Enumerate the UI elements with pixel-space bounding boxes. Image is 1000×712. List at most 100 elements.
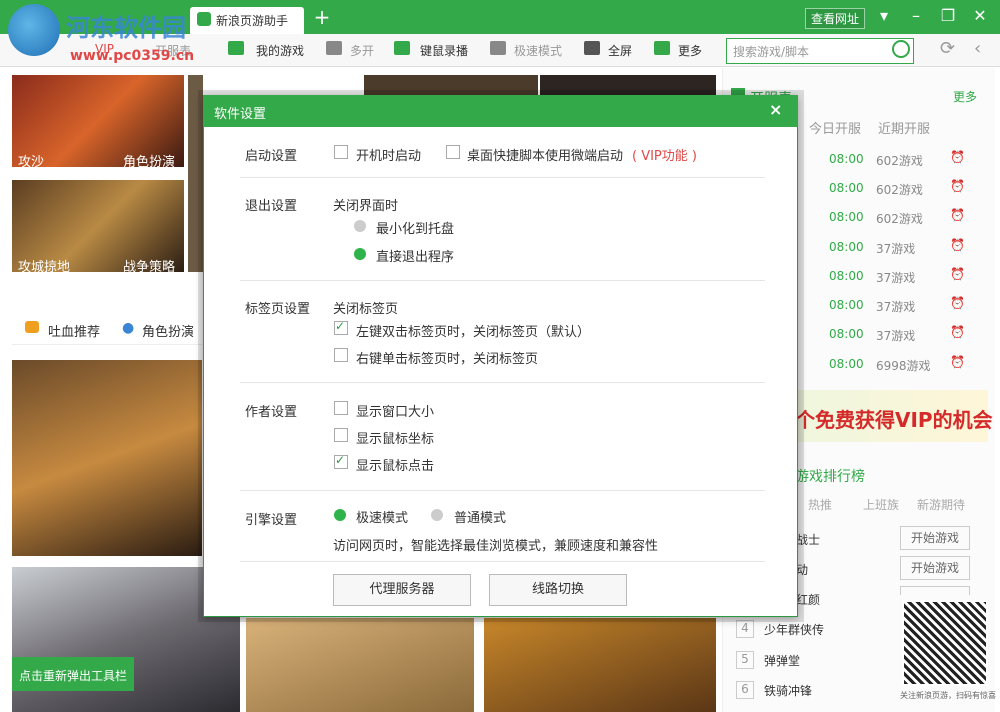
sidebar-more-link[interactable]: 更多 bbox=[953, 88, 977, 105]
startup-boot-checkbox[interactable] bbox=[334, 145, 348, 159]
startup-microclient-checkbox[interactable] bbox=[446, 145, 460, 159]
tab-app-icon bbox=[197, 12, 211, 26]
rank-num: 4 bbox=[736, 620, 754, 638]
bell-icon[interactable]: ⏰ bbox=[950, 325, 965, 339]
server-time: 08:00 bbox=[829, 327, 864, 341]
my-games-button[interactable]: 我的游戏 bbox=[256, 42, 304, 59]
tab-hot-recommend[interactable]: 吐血推荐 bbox=[48, 321, 100, 340]
app-logo-icon bbox=[8, 4, 60, 56]
line-switch-button[interactable]: 线路切换 bbox=[489, 574, 627, 606]
dialog-title: 软件设置 bbox=[214, 107, 267, 122]
server-time: 08:00 bbox=[829, 298, 864, 312]
hot-icon bbox=[25, 321, 39, 333]
exit-quit-label: 直接退出程序 bbox=[376, 250, 455, 265]
bell-icon[interactable]: ⏰ bbox=[950, 296, 965, 310]
tile-title: 攻沙 bbox=[18, 155, 45, 170]
key-record-button[interactable]: 键鼠录播 bbox=[420, 42, 468, 59]
rank-item-name[interactable]: 少年群侠传 bbox=[764, 621, 824, 638]
dialog-close-icon[interactable]: × bbox=[769, 100, 782, 119]
exit-minimize-label: 最小化到托盘 bbox=[376, 222, 455, 237]
start-game-button[interactable]: 开始游戏 bbox=[900, 526, 970, 550]
tab-today[interactable]: 今日开服 bbox=[809, 118, 861, 137]
back-icon[interactable]: ‹ bbox=[974, 38, 981, 59]
divider bbox=[240, 382, 765, 383]
startup-microclient-label: 桌面快捷脚本使用微端启动 bbox=[467, 149, 624, 164]
close-window-icon[interactable]: ✕ bbox=[970, 6, 990, 25]
rank-tab[interactable]: 新游期待 bbox=[917, 496, 965, 513]
refresh-icon[interactable]: ⟳ bbox=[940, 38, 955, 59]
show-window-size-checkbox[interactable] bbox=[334, 401, 348, 415]
server-name: 602游戏 bbox=[876, 154, 923, 168]
dialog-header bbox=[203, 95, 798, 127]
show-mouse-click-checkbox[interactable] bbox=[334, 453, 348, 469]
search-icon[interactable] bbox=[892, 40, 910, 58]
rank-tab[interactable]: 热推 bbox=[808, 496, 832, 513]
server-name: 602游戏 bbox=[876, 183, 923, 197]
show-window-size-label: 显示窗口大小 bbox=[356, 405, 435, 420]
bell-icon[interactable]: ⏰ bbox=[950, 179, 965, 193]
minimize-icon[interactable]: – bbox=[906, 6, 926, 25]
game-banner-image[interactable] bbox=[12, 360, 202, 556]
bell-icon[interactable]: ⏰ bbox=[950, 150, 965, 164]
divider bbox=[240, 177, 765, 178]
view-site-button[interactable]: 查看网址 bbox=[805, 8, 866, 29]
startup-label: 启动设置 bbox=[245, 149, 298, 164]
bell-icon[interactable]: ⏰ bbox=[950, 238, 965, 252]
gamepad-icon bbox=[228, 41, 244, 55]
menu-dropdown-icon[interactable]: ▾ bbox=[874, 6, 894, 25]
rank-item-name[interactable]: 弹弹堂 bbox=[764, 652, 800, 669]
search-placeholder: 搜索游戏/脚本 bbox=[733, 45, 810, 59]
exit-minimize-radio[interactable] bbox=[354, 220, 366, 232]
tile-title: 攻城掠地 bbox=[18, 260, 71, 275]
engine-normal-radio[interactable] bbox=[431, 509, 443, 521]
toolbar-popup-label: 点击重新弹出工具栏 bbox=[19, 669, 128, 683]
engine-normal-label: 普通模式 bbox=[454, 511, 507, 526]
server-time: 08:00 bbox=[829, 152, 864, 166]
exit-label: 退出设置 bbox=[245, 199, 298, 214]
server-name: 37游戏 bbox=[876, 300, 916, 314]
startup-boot-label: 开机时启动 bbox=[356, 149, 422, 164]
exit-quit-radio[interactable] bbox=[354, 248, 366, 260]
tab-label: 新浪页游助手 bbox=[216, 14, 289, 28]
tab-upcoming[interactable]: 近期开服 bbox=[878, 118, 930, 137]
restore-icon[interactable]: ❐ bbox=[938, 6, 958, 25]
tab-settings-label: 标签页设置 bbox=[245, 302, 311, 317]
tab-dblclick-label: 左键双击标签页时，关闭标签页（默认） bbox=[356, 325, 591, 340]
grid-icon bbox=[654, 41, 670, 55]
bell-icon[interactable]: ⏰ bbox=[950, 267, 965, 281]
speed-mode-button[interactable]: 极速模式 bbox=[514, 42, 562, 59]
divider bbox=[240, 561, 765, 562]
exit-sub-label: 关闭界面时 bbox=[333, 199, 399, 214]
more-button[interactable]: 更多 bbox=[678, 42, 702, 59]
server-time: 08:00 bbox=[829, 240, 864, 254]
start-game-button[interactable] bbox=[900, 586, 970, 595]
rank-item-name[interactable]: 铁骑冲锋 bbox=[764, 682, 812, 699]
engine-speed-radio[interactable] bbox=[334, 509, 346, 521]
tab-rightclick-checkbox[interactable] bbox=[334, 348, 348, 362]
show-mouse-coords-checkbox[interactable] bbox=[334, 428, 348, 442]
bell-icon[interactable]: ⏰ bbox=[950, 355, 965, 369]
server-time: 08:00 bbox=[829, 210, 864, 224]
server-name: 37游戏 bbox=[876, 329, 916, 343]
rank-tab[interactable]: 上班族 bbox=[863, 496, 899, 513]
game-banner-image[interactable] bbox=[246, 618, 474, 712]
server-name: 6998游戏 bbox=[876, 359, 931, 373]
game-banner-image[interactable] bbox=[484, 618, 716, 712]
tab-rpg[interactable]: 角色扮演 bbox=[142, 321, 194, 340]
fullscreen-icon bbox=[584, 41, 600, 55]
start-game-button[interactable]: 开始游戏 bbox=[900, 556, 970, 580]
divider bbox=[240, 490, 765, 491]
proxy-server-button[interactable]: 代理服务器 bbox=[333, 574, 471, 606]
qr-caption: 关注新浪页游，扫码有惊喜 bbox=[900, 691, 996, 700]
bell-icon[interactable]: ⏰ bbox=[950, 208, 965, 222]
engine-label: 引擎设置 bbox=[245, 513, 298, 528]
tile-tag: 角色扮演 bbox=[123, 155, 176, 170]
fullscreen-button[interactable]: 全屏 bbox=[608, 42, 632, 59]
multi-open-button[interactable]: 多开 bbox=[350, 42, 374, 59]
add-tab-icon[interactable]: + bbox=[312, 7, 332, 27]
tab-dblclick-checkbox[interactable] bbox=[334, 319, 348, 335]
engine-desc: 访问网页时，智能选择最佳浏览模式，兼顾速度和兼容性 bbox=[333, 539, 659, 554]
show-mouse-coords-label: 显示鼠标坐标 bbox=[356, 432, 435, 447]
server-name: 37游戏 bbox=[876, 242, 916, 256]
show-mouse-click-label: 显示鼠标点击 bbox=[356, 459, 435, 474]
